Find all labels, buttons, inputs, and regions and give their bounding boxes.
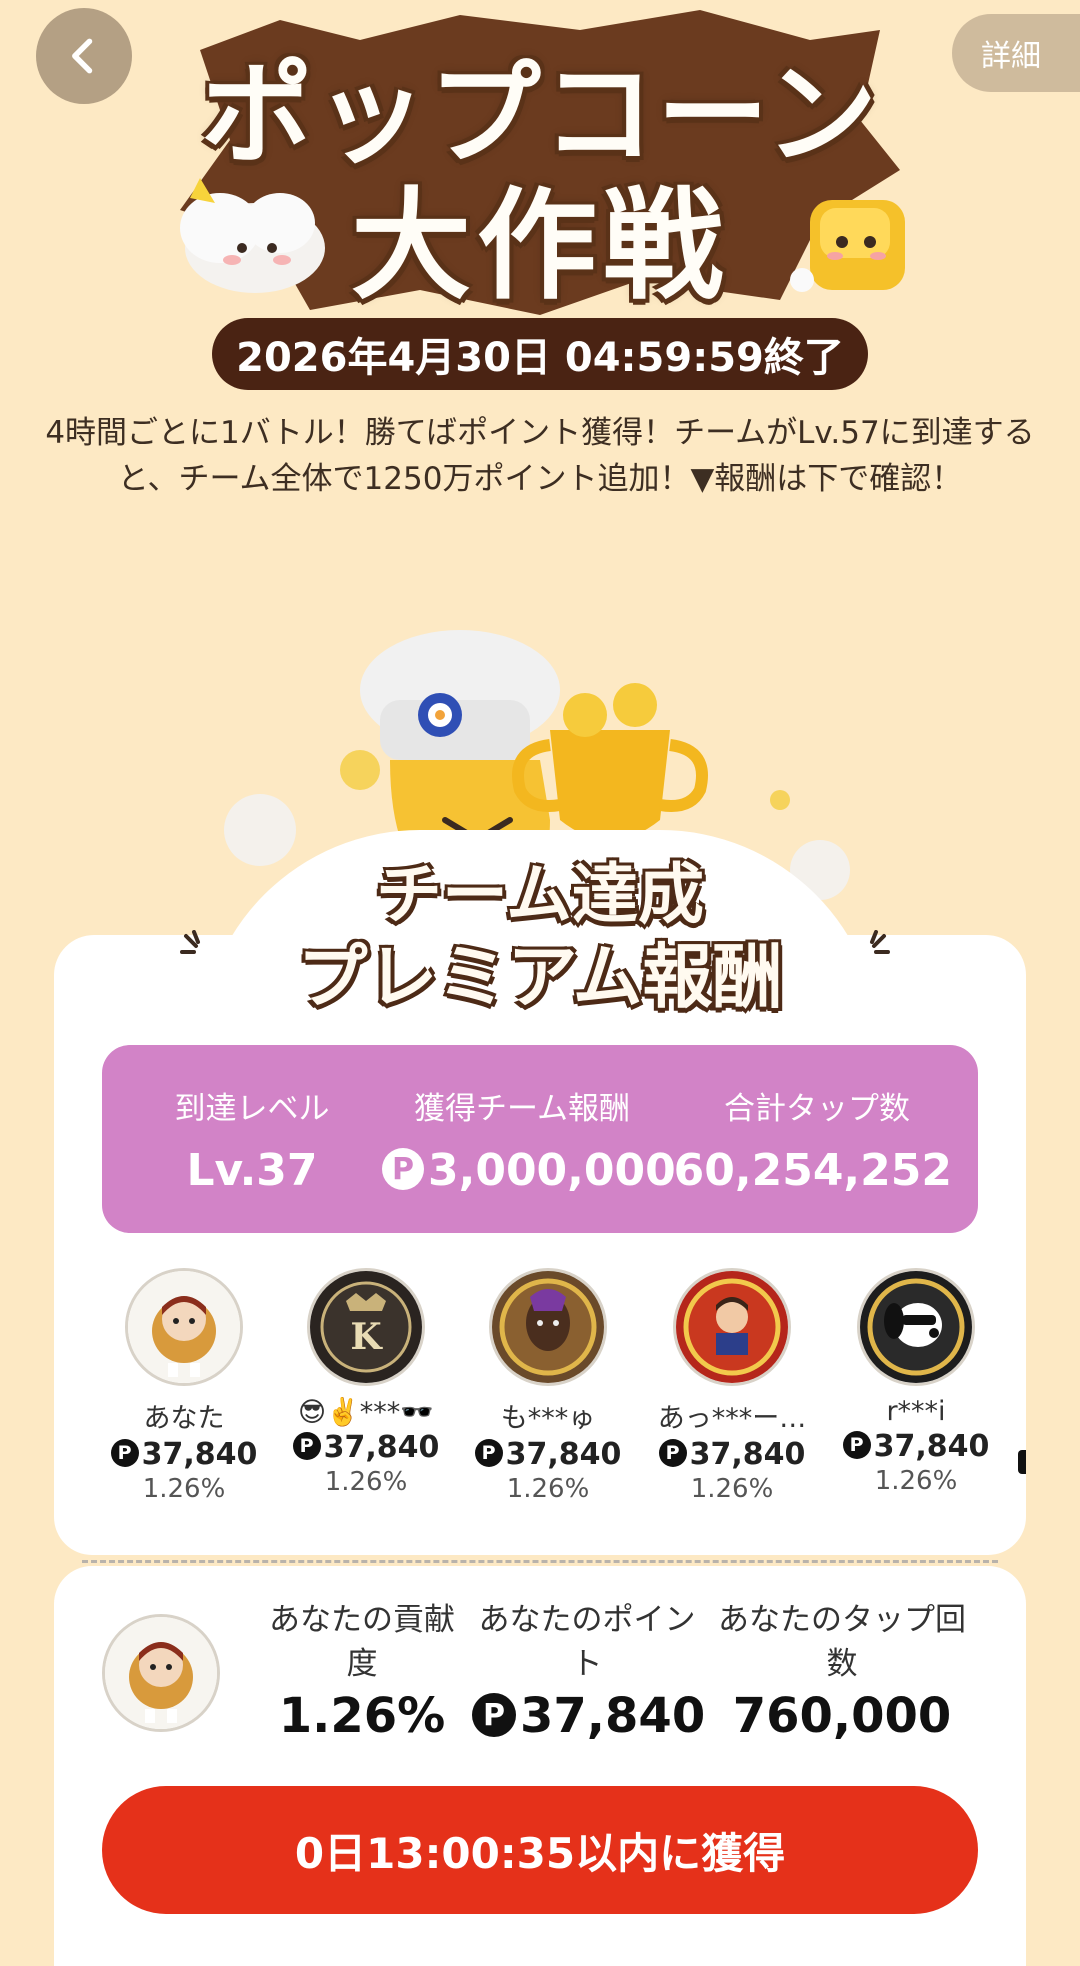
member-item[interactable]: r***i P 37,840 1.26% — [826, 1268, 1006, 1496]
my-taps-value: 760,000 — [732, 1688, 952, 1744]
team-reward-value: P 3,000,000 — [382, 1145, 676, 1196]
chevron-left-icon — [72, 38, 93, 74]
event-end-date: 2026年4月30日 04:59:59終了 — [212, 318, 868, 390]
member-points-value: 37,840 — [141, 1437, 258, 1472]
my-contribution-label: あなたの貢献度 — [269, 1602, 455, 1682]
team-reward-label: 獲得チーム報酬 — [413, 1091, 631, 1127]
member-percent: 1.26% — [142, 1474, 226, 1504]
my-contribution-value: 1.26% — [278, 1688, 446, 1744]
member-points-value: 37,840 — [689, 1437, 806, 1472]
member-item[interactable]: あっ***ー… P 37,840 1.26% — [642, 1268, 822, 1504]
event-description: 4時間ごとに1バトル！勝てばポイント獲得！チームがLv.57に到達すると、チーム… — [45, 415, 1035, 497]
total-taps-label: 合計タップ数 — [724, 1091, 910, 1127]
my-avatar — [102, 1614, 220, 1732]
total-taps-value: 60,254,252 — [673, 1145, 952, 1196]
avatar — [489, 1268, 607, 1386]
member-points: P 37,840 — [642, 1437, 822, 1472]
my-taps-label: あなたのタップ回数 — [718, 1602, 966, 1682]
member-percent: 1.26% — [506, 1474, 590, 1504]
member-name: r***i — [886, 1396, 946, 1427]
member-name: も***ゅ — [500, 1403, 596, 1434]
cloud-mascot-illustration — [180, 178, 325, 293]
member-points: P 37,840 — [826, 1429, 1006, 1464]
reward-title-line-1: チーム達成 — [375, 856, 705, 933]
point-coin-icon: P — [110, 1438, 139, 1467]
member-name: あっ***ー… — [657, 1403, 807, 1434]
member-points-value: 37,840 — [323, 1430, 440, 1465]
my-points-value: P 37,840 — [472, 1688, 706, 1744]
dashed-divider — [82, 1560, 998, 1563]
point-coin-icon: P — [292, 1431, 321, 1460]
point-coin-icon: P — [842, 1430, 871, 1459]
member-points-value: 37,840 — [505, 1437, 622, 1472]
point-coin-icon: P — [474, 1438, 503, 1467]
member-points: P 37,840 — [94, 1437, 274, 1472]
member-percent: 1.26% — [324, 1467, 408, 1497]
level-label: 到達レベル — [174, 1091, 330, 1127]
next-member-hint — [1018, 1450, 1026, 1474]
member-points: P 37,840 — [458, 1437, 638, 1472]
member-name: 😎✌️***🕶️ — [298, 1397, 434, 1428]
team-stats-box: 到達レベル Lv.37 獲得チーム報酬 P 3,000,000 合計タップ数 60… — [102, 1045, 978, 1233]
point-coin-icon: P — [382, 1148, 424, 1190]
team-reward-amount: 3,000,000 — [428, 1145, 676, 1196]
level-value: Lv.37 — [186, 1145, 318, 1196]
point-coin-icon: P — [472, 1693, 516, 1737]
member-percent: 1.26% — [690, 1474, 774, 1504]
avatar — [857, 1268, 975, 1386]
member-item[interactable]: K 😎✌️***🕶️ P 37,840 1.26% — [276, 1268, 456, 1497]
member-item[interactable]: も***ゅ P 37,840 1.26% — [458, 1268, 638, 1504]
detail-button[interactable]: 詳細 — [952, 14, 1080, 92]
member-points-value: 37,840 — [873, 1429, 990, 1464]
back-button[interactable] — [36, 8, 132, 104]
butter-mascot-illustration — [790, 200, 905, 292]
member-percent: 1.26% — [874, 1466, 958, 1496]
my-points-label: あなたのポイント — [478, 1602, 696, 1682]
my-points-amount: 37,840 — [520, 1688, 706, 1744]
member-item[interactable]: あなた P 37,840 1.26% — [94, 1268, 274, 1504]
avatar — [673, 1268, 791, 1386]
avatar — [125, 1268, 243, 1386]
member-name: あなた — [143, 1403, 225, 1434]
member-points: P 37,840 — [276, 1430, 456, 1465]
reward-title-line-2: プレミアム報酬 — [297, 936, 783, 1018]
reward-title: チーム達成 プレミアム報酬 — [170, 855, 910, 1019]
svg-text:K: K — [350, 1316, 383, 1358]
point-coin-icon: P — [658, 1438, 687, 1467]
claim-reward-button[interactable]: 0日13:00:35以内に獲得 — [102, 1786, 978, 1914]
avatar: K — [307, 1268, 425, 1386]
